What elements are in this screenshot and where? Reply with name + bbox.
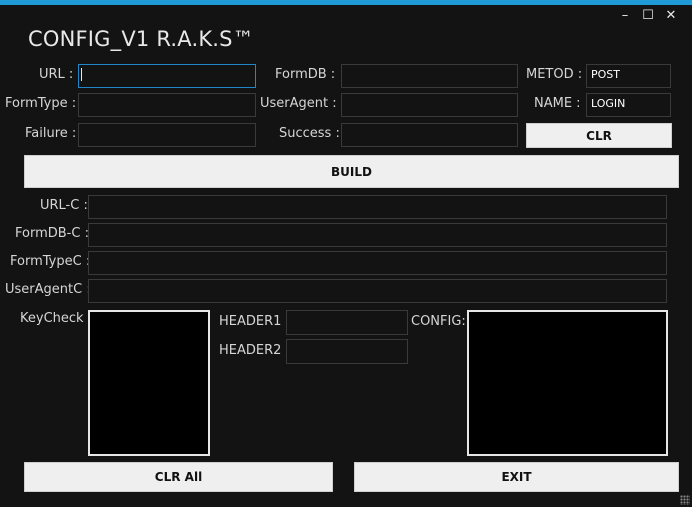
keycheck-label: KeyCheck :: [20, 311, 93, 326]
useragent-label: UserAgent :: [260, 96, 337, 111]
urlc-label: URL-C :: [40, 198, 88, 213]
header2-input[interactable]: [286, 339, 408, 364]
url-input[interactable]: [78, 64, 256, 88]
urlc-input[interactable]: [88, 195, 667, 219]
formtype-input[interactable]: [78, 93, 256, 117]
name-field[interactable]: LOGIN: [586, 93, 671, 117]
maximize-icon[interactable]: ☐: [639, 9, 657, 23]
exit-button[interactable]: EXIT: [354, 462, 679, 492]
clr-button[interactable]: CLR: [526, 123, 672, 148]
name-label: NAME :: [534, 96, 581, 111]
success-input[interactable]: [341, 123, 518, 147]
text-caret: [81, 68, 82, 81]
title-accent-bar: [0, 0, 692, 5]
config-label: CONFIG:: [411, 314, 466, 329]
resize-grip-icon[interactable]: [680, 495, 690, 505]
app-window: CONFIG_V1 R.A.K.S™ – ☐ ✕ URL : FormDB : …: [0, 0, 692, 507]
failure-input[interactable]: [78, 123, 256, 147]
useragent-input[interactable]: [341, 93, 518, 117]
metod-field[interactable]: POST: [586, 64, 671, 88]
formtypec-label: FormTypeC :: [10, 254, 91, 269]
useragentc-input[interactable]: [88, 279, 667, 303]
minimize-icon[interactable]: –: [616, 9, 634, 23]
keycheck-textarea[interactable]: [88, 310, 210, 456]
formdb-input[interactable]: [341, 64, 518, 88]
config-textarea[interactable]: [467, 310, 668, 456]
clr-all-button[interactable]: CLR All: [24, 462, 333, 492]
build-button[interactable]: BUILD: [24, 155, 679, 188]
failure-label: Failure :: [25, 126, 77, 141]
success-label: Success :: [279, 126, 340, 141]
formdb-label: FormDB :: [275, 67, 336, 82]
formdbc-input[interactable]: [88, 223, 667, 247]
metod-label: METOD :: [526, 67, 583, 82]
header1-input[interactable]: [286, 310, 408, 335]
formtypec-input[interactable]: [88, 251, 667, 275]
formdbc-label: FormDB-C :: [15, 226, 89, 241]
url-label: URL :: [39, 67, 74, 82]
close-icon[interactable]: ✕: [662, 9, 680, 23]
window-title: CONFIG_V1 R.A.K.S™: [28, 27, 254, 51]
useragentc-label: UserAgentC :: [5, 282, 91, 297]
formtype-label: FormType :: [5, 96, 77, 111]
header1-label: HEADER1 :: [219, 314, 290, 329]
header2-label: HEADER2 :: [219, 343, 290, 358]
